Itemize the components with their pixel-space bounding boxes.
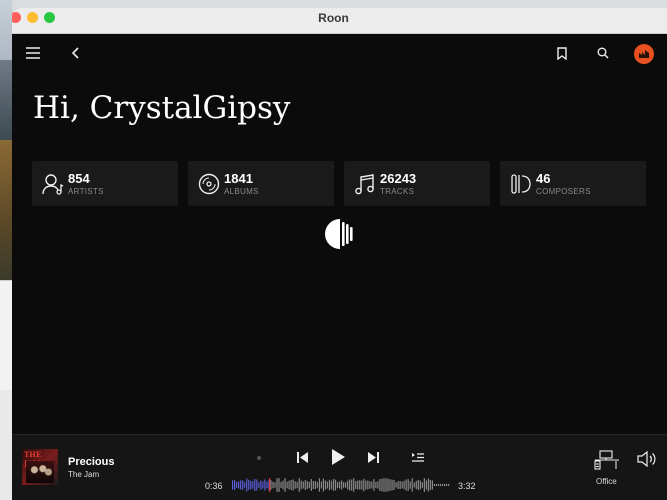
zone-desk-icon[interactable] [594,449,620,471]
stat-albums[interactable]: 1841 ALBUMS [188,161,334,206]
elapsed-time: 0:36 [205,481,223,491]
artists-count: 854 [68,170,90,186]
album-art[interactable]: THE JAM [22,449,58,485]
top-bar [12,34,667,74]
music-note-icon [354,172,376,196]
tracks-count: 26243 [380,170,417,186]
waveform-seek-bar[interactable] [232,478,450,492]
desktop-background [0,0,12,500]
next-track-icon[interactable] [365,449,381,465]
composer-icon [510,172,532,196]
roon-loading-icon [324,218,356,250]
stat-tracks[interactable]: 26243 TRACKS [344,161,490,206]
queue-icon[interactable] [410,450,426,464]
radio-dot-icon[interactable] [254,453,264,463]
albums-count: 1841 [224,170,253,186]
stat-composers[interactable]: 46 COMPOSERS [500,161,646,206]
track-duration: 3:32 [458,481,476,491]
profile-avatar[interactable] [634,44,654,64]
previous-track-icon[interactable] [294,449,310,465]
stat-artists[interactable]: 854 ARTISTS [32,161,178,206]
search-icon[interactable] [594,44,612,62]
album-icon [198,172,220,196]
bookmark-icon[interactable] [553,44,571,62]
window-title: Roon [318,11,349,25]
track-artist[interactable]: The Jam [68,470,99,479]
app-content: Hi, CrystalGipsy 854 ARTISTS 1841 ALBUMS [12,34,667,500]
tracks-label: TRACKS [380,186,415,196]
chevron-left-icon[interactable] [66,44,84,62]
composers-label: COMPOSERS [536,186,591,196]
track-title[interactable]: Precious [68,456,114,468]
now-playing-bar: THE JAM Precious The Jam 0:36 3:32 [12,434,667,500]
zone-name[interactable]: Office [596,477,617,486]
volume-icon[interactable] [636,449,658,469]
playhead [269,478,271,492]
albums-label: ALBUMS [224,186,259,196]
page-title: Hi, CrystalGipsy [33,90,291,126]
roon-window: Roon Hi, CrystalGipsy 854 ARTISTS 1841 A… [12,8,667,500]
title-bar: Roon [12,8,667,34]
play-icon[interactable] [328,447,348,467]
hamburger-icon[interactable] [24,44,42,62]
composers-count: 46 [536,170,551,186]
artist-icon [42,172,64,196]
artists-label: ARTISTS [68,186,104,196]
library-stats: 854 ARTISTS 1841 ALBUMS 26243 TRACKS 46 … [32,161,652,206]
